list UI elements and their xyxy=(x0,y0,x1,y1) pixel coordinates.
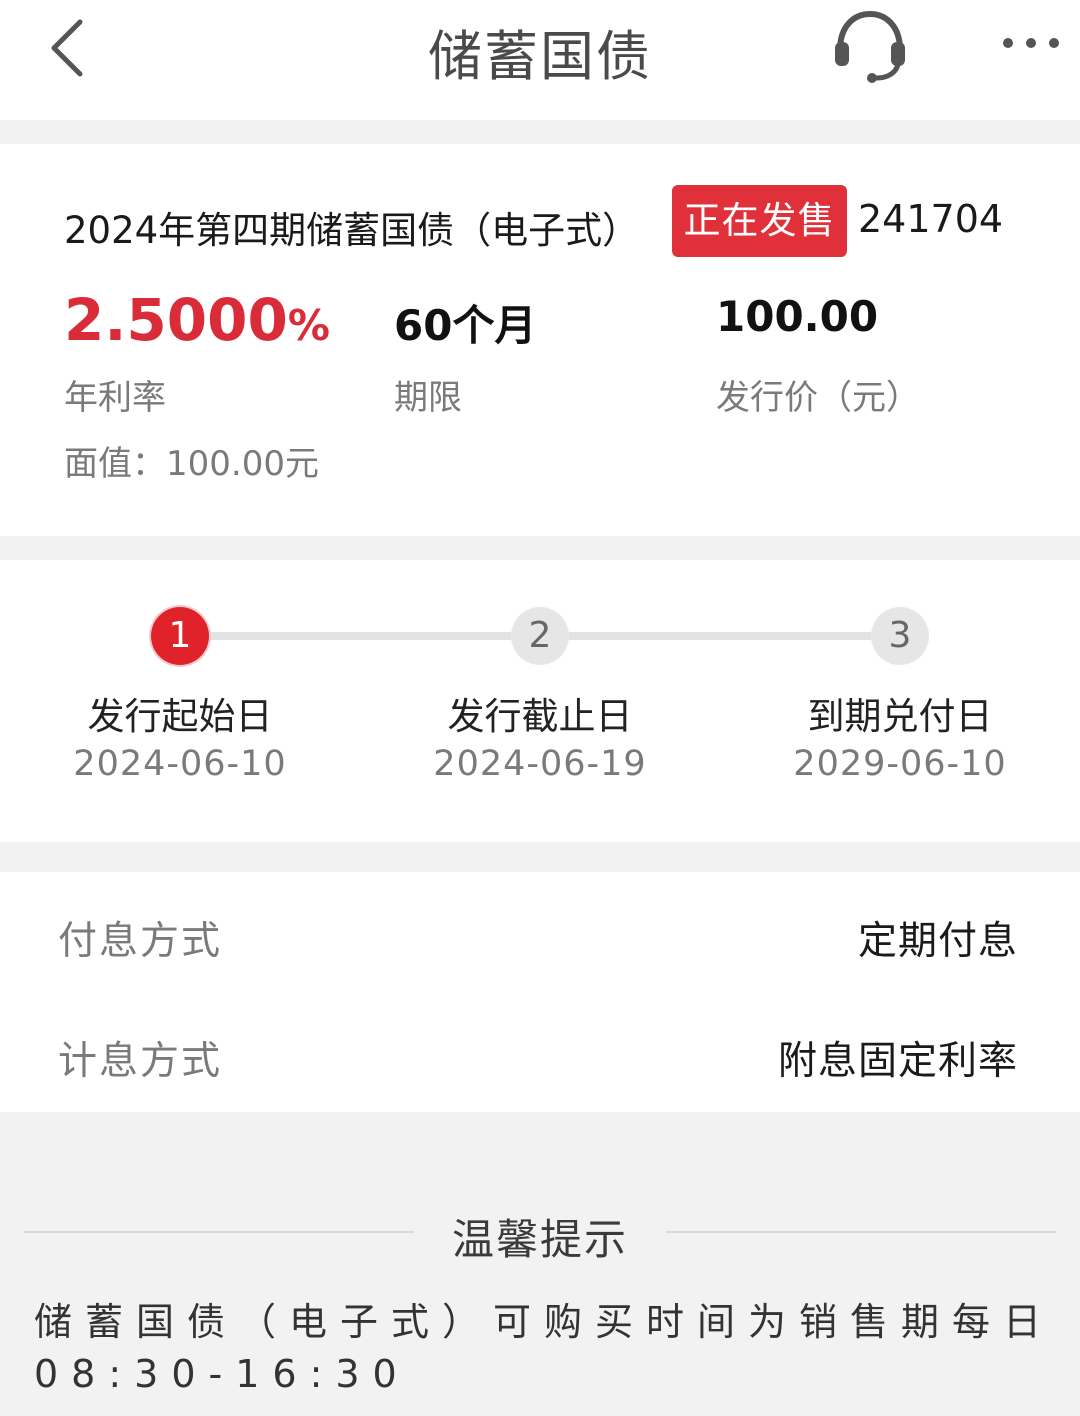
annual-rate-label: 年利率 xyxy=(64,378,166,418)
bond-summary-card[interactable]: 2024年第四期储蓄国债（电子式） 正在发售 241704 2.5000% 60… xyxy=(0,144,1080,536)
detail-row-interest-calculation: 计息方式 附息固定利率 xyxy=(0,992,1080,1112)
product-title: 2024年第四期储蓄国债（电子式） xyxy=(64,209,640,252)
more-button[interactable] xyxy=(998,28,1068,58)
detail-value: 定期付息 xyxy=(857,919,1018,964)
detail-row-interest-payment: 付息方式 定期付息 xyxy=(0,872,1080,992)
step-name-issue-end: 发行截止日 xyxy=(447,695,633,738)
issuance-timeline: 1 2 3 发行起始日 发行截止日 到期兑付日 2024-06-10 2024-… xyxy=(0,560,1080,842)
timeline-connector xyxy=(569,632,871,640)
issue-price-value: 100.00 xyxy=(716,292,879,341)
step-marker-2: 2 xyxy=(511,607,569,665)
rate-number: 2.5000 xyxy=(64,286,288,354)
headset-icon xyxy=(835,10,905,83)
step-name-issue-start: 发行起始日 xyxy=(87,695,273,738)
page-title: 储蓄国债 xyxy=(428,25,652,88)
detail-label: 计息方式 xyxy=(58,1039,223,1084)
step-name-maturity: 到期兑付日 xyxy=(807,695,993,738)
step-date-issue-start: 2024-06-10 xyxy=(73,744,287,784)
top-nav-bar: 储蓄国债 xyxy=(0,0,1080,120)
tips-title: 温馨提示 xyxy=(451,1215,628,1264)
step-date-maturity: 2029-06-10 xyxy=(793,744,1007,784)
issue-price-label: 发行价（元） xyxy=(716,378,920,418)
step-marker-3: 3 xyxy=(871,607,929,665)
timeline-connector xyxy=(209,632,511,640)
customer-service-button[interactable] xyxy=(830,6,910,86)
annual-rate-value: 2.5000% xyxy=(64,286,330,354)
product-code: 241704 xyxy=(858,197,1004,241)
term-value: 60个月 xyxy=(394,301,537,350)
face-value: 面值：100.00元 xyxy=(64,444,319,484)
ellipsis-icon xyxy=(1003,38,1059,48)
bond-details-list: 付息方式 定期付息 计息方式 附息固定利率 xyxy=(0,872,1080,1112)
step-date-issue-end: 2024-06-19 xyxy=(433,744,647,784)
detail-value: 附息固定利率 xyxy=(777,1039,1018,1084)
status-badge: 正在发售 xyxy=(672,185,847,257)
term-label: 期限 xyxy=(394,378,462,418)
step-marker-1: 1 xyxy=(151,607,209,665)
rate-unit: % xyxy=(287,301,330,350)
tips-text: 储蓄国债（电子式）可购买时间为销售期每日08:30-16:30 xyxy=(34,1300,1055,1396)
detail-label: 付息方式 xyxy=(58,919,223,964)
